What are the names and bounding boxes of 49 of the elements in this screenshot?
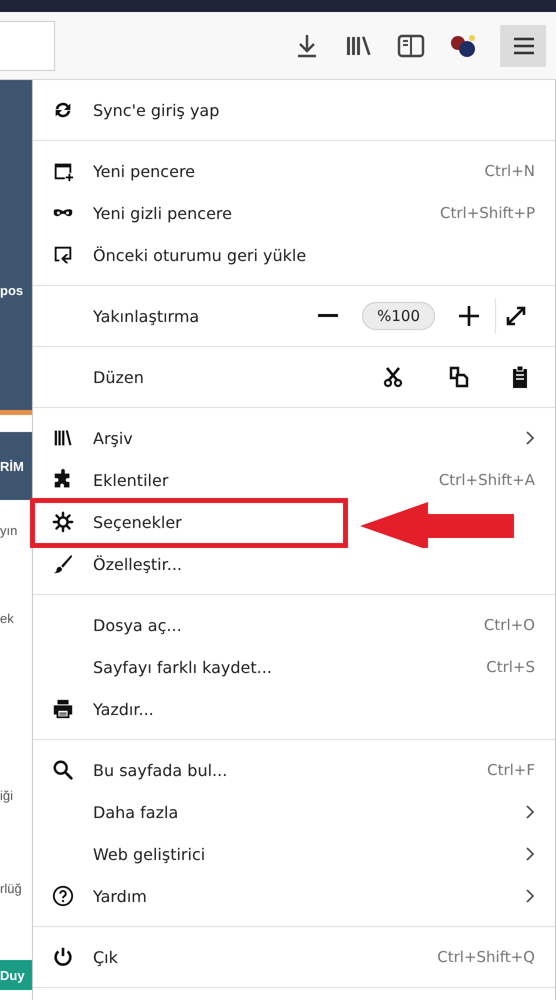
menu-icon: [512, 36, 536, 56]
shortcut-label: Ctrl+F: [487, 761, 535, 779]
search-icon: [52, 759, 74, 781]
power-icon: [52, 946, 74, 968]
paintbrush-icon: [52, 553, 74, 575]
plus-icon: [459, 306, 479, 326]
menu-item[interactable]: Sync'e giriş yap: [93, 100, 220, 120]
menu-item[interactable]: Web geliştirici: [93, 844, 206, 864]
page-text: Duy: [0, 968, 25, 982]
menu-item[interactable]: Yardım: [93, 886, 147, 906]
menu-item[interactable]: Seçenekler: [93, 512, 182, 532]
menu-item[interactable]: Yeni gizli pencere: [93, 204, 232, 222]
menu-item[interactable]: Eklentiler: [93, 470, 168, 490]
menu-item[interactable]: Dosya aç...: [93, 616, 182, 634]
page-text: yın: [0, 522, 18, 538]
menu-item[interactable]: Çık: [93, 948, 118, 966]
page-text: RİM: [0, 458, 24, 474]
menu-item[interactable]: Özelleştir...: [93, 554, 182, 574]
zoom-label: Yakınlaştırma: [93, 306, 200, 326]
edit-label: Düzen: [93, 368, 144, 386]
menu-item[interactable]: Sayfayı farklı kaydet...: [93, 658, 272, 676]
shortcut-label: Ctrl+Shift+A: [438, 471, 535, 489]
clipboard-icon: [511, 365, 529, 389]
page-text: pos: [0, 282, 24, 298]
address-field[interactable]: [0, 20, 55, 70]
zoom-reset-button[interactable]: %100: [362, 302, 435, 330]
copy-icon: [449, 366, 469, 388]
page-text: ek: [0, 610, 14, 626]
printer-icon: [52, 698, 74, 720]
menu-item[interactable]: Önceki oturumu geri yükle: [93, 246, 306, 264]
page-text: rlüğ: [0, 880, 22, 896]
shortcut-label: Ctrl+S: [486, 658, 535, 676]
menu-item[interactable]: Daha fazla: [93, 802, 178, 822]
menu-item[interactable]: Arşiv: [93, 428, 133, 448]
shortcut-label: Ctrl+Shift+P: [440, 204, 535, 222]
shortcut-label: Ctrl+O: [484, 616, 535, 634]
restore-window-icon: [52, 244, 74, 266]
help-icon: [52, 885, 74, 907]
shortcut-label: Ctrl+Shift+Q: [437, 948, 535, 966]
expand-icon: [504, 305, 526, 327]
shortcut-label: Ctrl+N: [484, 162, 535, 180]
menu-item[interactable]: Yeni pencere: [93, 162, 196, 180]
page-text: iği: [0, 788, 14, 802]
menu-item[interactable]: Yazdır...: [93, 700, 154, 718]
minus-icon: [318, 314, 338, 318]
scissors-icon: [383, 366, 403, 388]
settings-icon: [52, 511, 74, 533]
menu-button[interactable]: [500, 24, 546, 66]
menu-item[interactable]: Bu sayfada bul...: [93, 760, 228, 780]
